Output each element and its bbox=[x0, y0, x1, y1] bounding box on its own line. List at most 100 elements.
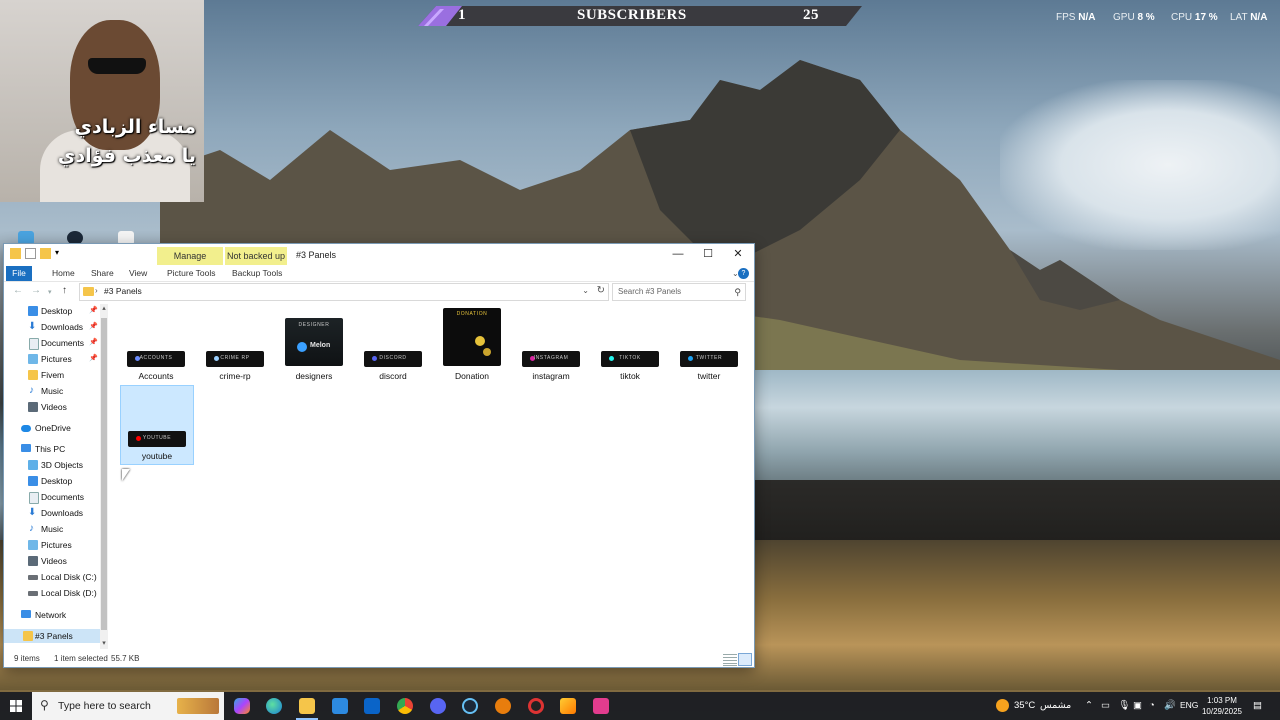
nav-item-desktop-pc[interactable]: Desktop bbox=[4, 474, 100, 488]
nav-item-this-pc[interactable]: This PC bbox=[4, 442, 100, 456]
outlook-icon[interactable] bbox=[364, 698, 380, 714]
document-icon bbox=[29, 338, 39, 350]
close-button[interactable]: ✕ bbox=[723, 244, 753, 264]
wifi-icon[interactable]: ◔ bbox=[1149, 700, 1155, 711]
notification-icon[interactable]: ▤ bbox=[1253, 700, 1262, 711]
tab-share[interactable]: Share bbox=[85, 266, 120, 281]
image-thumbnail: Tiktok bbox=[601, 351, 659, 367]
nav-item-3d-objects[interactable]: 3D Objects bbox=[4, 458, 100, 472]
recent-chevron-icon[interactable]: ▾ bbox=[48, 288, 52, 296]
steam-desktop-icon[interactable] bbox=[67, 231, 83, 245]
microphone-icon[interactable]: 🎙 bbox=[1118, 700, 1130, 711]
file-explorer-icon[interactable] bbox=[299, 698, 315, 714]
edge-icon[interactable] bbox=[266, 698, 282, 714]
nav-item-local-disk-d[interactable]: Local Disk (D:) bbox=[4, 586, 100, 600]
file-name: twitter bbox=[697, 371, 721, 381]
scrollbar-thumb[interactable] bbox=[101, 318, 107, 630]
nav-item-videos-pc[interactable]: Videos bbox=[4, 554, 100, 568]
forward-arrow-icon[interactable]: → bbox=[31, 285, 41, 296]
app-orange-icon[interactable] bbox=[560, 698, 576, 714]
tab-home[interactable]: Home bbox=[46, 266, 81, 281]
subscribers-label: SUBSCRIBERS bbox=[577, 7, 687, 23]
nav-item-documents-pc[interactable]: Documents bbox=[4, 490, 100, 504]
file-item-donation[interactable]: Donation Donation bbox=[436, 308, 508, 384]
app-pink-icon[interactable] bbox=[593, 698, 609, 714]
nav-scrollbar[interactable]: ▴ ▾ bbox=[100, 304, 108, 649]
taskbar-search-input[interactable]: ⚲ Type here to search bbox=[32, 692, 224, 720]
back-arrow-icon[interactable]: ← bbox=[13, 285, 23, 296]
new-folder-icon[interactable] bbox=[40, 248, 51, 259]
scroll-up-icon[interactable]: ▴ bbox=[100, 304, 108, 312]
nav-item-fivem[interactable]: Fivem bbox=[4, 368, 100, 382]
meet-now-icon[interactable]: ▭ bbox=[1101, 700, 1110, 711]
weather-temp[interactable]: 35°C bbox=[1014, 700, 1035, 711]
nav-item-label: Documents bbox=[41, 338, 84, 348]
nav-item-music[interactable]: ♪ Music bbox=[4, 384, 100, 398]
minimize-button[interactable]: — bbox=[663, 244, 693, 264]
refresh-icon[interactable]: ↻ bbox=[597, 285, 605, 296]
nav-item-3-panels[interactable]: #3 Panels bbox=[4, 629, 100, 643]
weather-desc[interactable]: مشمس bbox=[1040, 700, 1071, 711]
details-view-icon[interactable] bbox=[723, 653, 737, 666]
nav-item-desktop[interactable]: Desktop 📌 bbox=[4, 304, 100, 318]
address-dropdown-icon[interactable]: ⌄ bbox=[582, 286, 589, 295]
help-icon[interactable]: ? bbox=[738, 268, 749, 279]
customize-chevron-icon[interactable]: ▾ bbox=[55, 248, 61, 259]
tab-backup-tools[interactable]: Backup Tools bbox=[226, 266, 288, 281]
nav-item-local-disk-c[interactable]: Local Disk (C:) bbox=[4, 570, 100, 584]
steam-icon[interactable] bbox=[462, 698, 478, 714]
file-item-accounts[interactable]: Accounts Accounts bbox=[120, 308, 192, 384]
file-item-youtube[interactable]: Youtube youtube bbox=[120, 385, 194, 465]
file-item-instagram[interactable]: Instagram instagram bbox=[515, 308, 587, 384]
nav-item-downloads-pc[interactable]: ⬇ Downloads bbox=[4, 506, 100, 520]
nav-item-pictures-pc[interactable]: Pictures bbox=[4, 538, 100, 552]
chrome-icon[interactable] bbox=[397, 698, 413, 714]
pin-icon[interactable]: 📌 bbox=[89, 320, 98, 334]
file-desktop-icon[interactable] bbox=[118, 231, 134, 245]
pin-icon[interactable]: 📌 bbox=[89, 336, 98, 350]
clock[interactable]: 1:03 PM 10/29/2025 bbox=[1196, 695, 1248, 717]
blender-icon[interactable] bbox=[495, 698, 511, 714]
thumbnail-text: Crime RP bbox=[220, 355, 250, 361]
pin-icon[interactable]: 📌 bbox=[89, 352, 98, 366]
discord-icon[interactable] bbox=[430, 698, 446, 714]
file-item-discord[interactable]: Discord discord bbox=[357, 308, 429, 384]
screen-icon[interactable]: ▣ bbox=[1133, 700, 1142, 711]
nav-item-network[interactable]: Network bbox=[4, 608, 100, 622]
tab-view[interactable]: View bbox=[123, 266, 153, 281]
up-arrow-icon[interactable]: ↑ bbox=[62, 285, 67, 296]
file-item-twitter[interactable]: Twitter twitter bbox=[673, 308, 745, 384]
nav-item-downloads[interactable]: ⬇ Downloads 📌 bbox=[4, 320, 100, 334]
tab-manage-context[interactable]: Manage bbox=[157, 247, 223, 265]
pin-icon[interactable]: 📌 bbox=[89, 304, 98, 318]
nav-item-music-pc[interactable]: ♪ Music bbox=[4, 522, 100, 536]
file-item-designers[interactable]: Designer Melon designers bbox=[278, 308, 350, 384]
scroll-down-icon[interactable]: ▾ bbox=[100, 639, 108, 647]
nav-item-documents[interactable]: Documents 📌 bbox=[4, 336, 100, 350]
maximize-button[interactable]: ☐ bbox=[693, 244, 723, 264]
nav-item-videos[interactable]: Videos bbox=[4, 400, 100, 414]
file-item-crime-rp[interactable]: Crime RP crime-rp bbox=[199, 308, 271, 384]
address-bar[interactable]: › #3 Panels ⌄ ↻ bbox=[79, 283, 609, 301]
breadcrumb-current[interactable]: #3 Panels bbox=[104, 286, 142, 296]
tab-file[interactable]: File bbox=[6, 266, 32, 281]
store-icon[interactable] bbox=[332, 698, 348, 714]
properties-icon[interactable] bbox=[25, 248, 36, 259]
desktop-shortcut-icon[interactable] bbox=[18, 231, 34, 245]
copilot-icon[interactable] bbox=[234, 698, 250, 714]
obs-record-icon[interactable] bbox=[528, 698, 544, 714]
show-hidden-icons-icon[interactable]: ⌃ bbox=[1085, 700, 1093, 711]
title-bar[interactable]: ▾ Manage Not backed up #3 Panels — ☐ ✕ bbox=[4, 244, 754, 266]
large-icons-view-icon[interactable] bbox=[738, 653, 752, 666]
volume-icon[interactable]: 🔊 bbox=[1164, 700, 1176, 711]
tab-not-backed-up-context[interactable]: Not backed up bbox=[225, 247, 287, 265]
nav-item-onedrive[interactable]: OneDrive bbox=[4, 421, 100, 435]
tab-picture-tools[interactable]: Picture Tools bbox=[161, 266, 222, 281]
start-button[interactable] bbox=[0, 692, 32, 720]
search-input[interactable]: Search #3 Panels ⚲ bbox=[612, 283, 746, 301]
nav-item-label: Pictures bbox=[41, 540, 72, 550]
caption-line-2: يا معذب فؤادي bbox=[57, 145, 196, 167]
file-item-tiktok[interactable]: Tiktok tiktok bbox=[594, 308, 666, 384]
file-explorer-window: ▾ Manage Not backed up #3 Panels — ☐ ✕ F… bbox=[4, 244, 754, 667]
nav-item-pictures[interactable]: Pictures 📌 bbox=[4, 352, 100, 366]
